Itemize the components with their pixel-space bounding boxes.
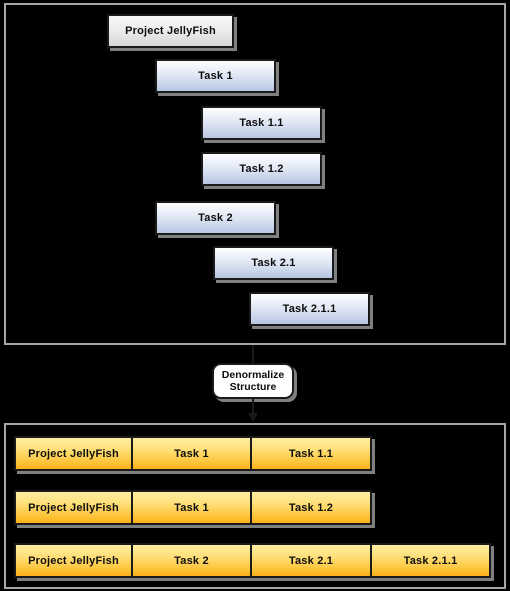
hierarchy-node[interactable]: Task 1.2 (201, 152, 322, 186)
denormalized-cell-label: Task 1.1 (288, 447, 334, 460)
denormalized-cell[interactable]: Task 2 (132, 543, 252, 578)
denormalized-cell[interactable]: Project JellyFish (14, 436, 133, 471)
denormalized-cell-label: Project JellyFish (28, 554, 119, 567)
hierarchy-node-label: Task 2.1 (251, 257, 296, 269)
denormalize-structure-step[interactable]: Denormalize Structure (212, 363, 294, 399)
denormalized-cell-label: Task 1.2 (288, 501, 334, 514)
denormalized-cell[interactable]: Project JellyFish (14, 543, 133, 578)
denormalized-cell[interactable]: Task 2.1 (251, 543, 372, 578)
denormalized-cell[interactable]: Task 1.1 (251, 436, 372, 471)
denormalized-cell-label: Task 2.1 (288, 554, 334, 567)
connector-line-top (252, 345, 254, 364)
connector-line-bottom (252, 399, 254, 414)
process-step-label-line1: Denormalize (221, 368, 285, 381)
arrow-head-icon (248, 413, 258, 422)
hierarchy-node[interactable]: Task 2.1.1 (249, 292, 370, 326)
process-step-label-line2: Structure (229, 381, 277, 393)
hierarchy-node[interactable]: Task 1 (155, 59, 276, 93)
hierarchy-node-label: Task 2 (198, 212, 233, 224)
denormalized-cell[interactable]: Task 1.2 (251, 490, 372, 525)
denormalized-row: Project JellyFish Task 1 Task 1.2 (14, 490, 372, 525)
hierarchy-node-label: Task 1.1 (239, 117, 284, 129)
hierarchy-node-label: Task 1.2 (239, 163, 284, 175)
denormalized-cell-label: Task 1 (174, 447, 209, 460)
denormalized-row: Project JellyFish Task 2 Task 2.1 Task 2.1.… (14, 543, 491, 578)
denormalized-cell-label: Task 1 (174, 501, 209, 514)
denormalized-cell-label: Task 2 (174, 554, 209, 567)
hierarchy-node-label: Project JellyFish (125, 25, 216, 37)
denormalized-cell-label: Task 2.1.1 (403, 554, 458, 567)
denormalized-cell[interactable]: Task 2.1.1 (371, 543, 491, 578)
denormalized-cell-label: Project JellyFish (28, 501, 119, 514)
denormalized-cell[interactable]: Task 1 (132, 436, 252, 471)
hierarchy-node-label: Task 2.1.1 (282, 303, 337, 315)
hierarchy-node[interactable]: Project JellyFish (107, 14, 234, 48)
hierarchy-node[interactable]: Task 2 (155, 201, 276, 235)
hierarchy-node[interactable]: Task 2.1 (213, 246, 334, 280)
denormalized-row: Project JellyFish Task 1 Task 1.1 (14, 436, 372, 471)
denormalized-cell-label: Project JellyFish (28, 447, 119, 460)
denormalized-cell[interactable]: Task 1 (132, 490, 252, 525)
denormalized-cell[interactable]: Project JellyFish (14, 490, 133, 525)
hierarchy-node-label: Task 1 (198, 70, 233, 82)
hierarchy-node[interactable]: Task 1.1 (201, 106, 322, 140)
